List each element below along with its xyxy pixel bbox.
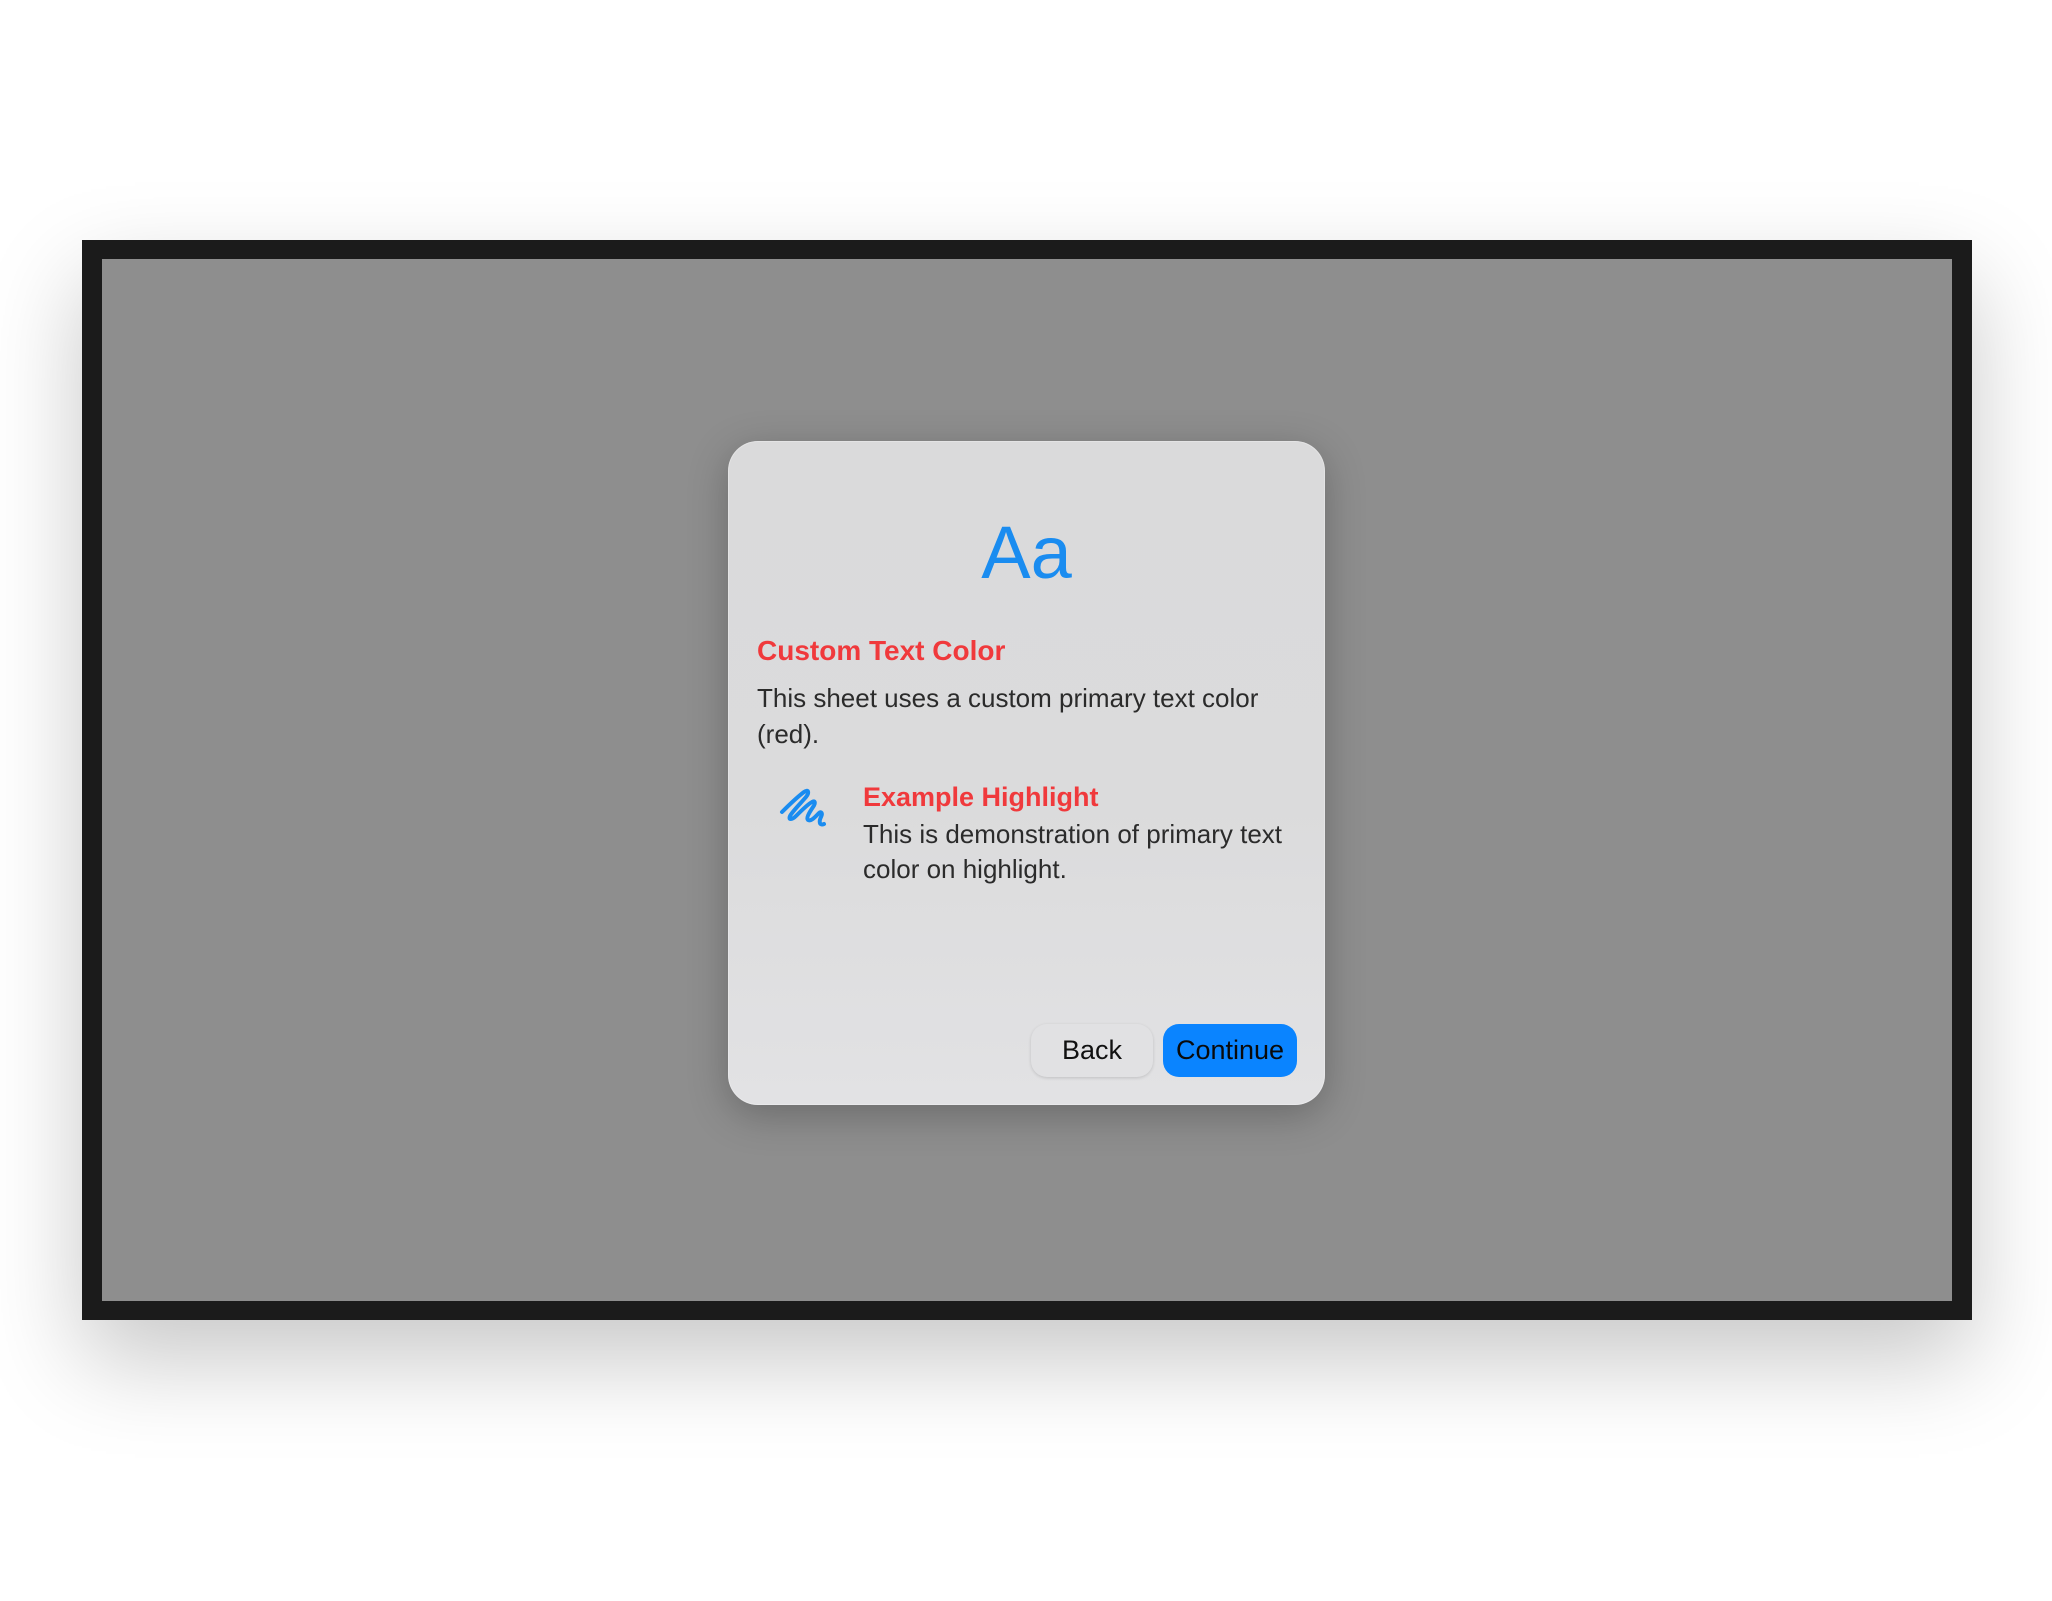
feature-description: This is demonstration of primary text co… <box>863 819 1283 884</box>
stage: Aa Custom Text Color This sheet uses a c… <box>0 0 2052 1601</box>
feature-title: Example Highlight <box>863 782 1099 812</box>
tv-screen: Aa Custom Text Color This sheet uses a c… <box>102 259 1952 1301</box>
continue-button[interactable]: Continue <box>1163 1024 1297 1077</box>
text-format-icon: Aa <box>981 511 1072 594</box>
sheet-description: This sheet uses a custom primary text co… <box>757 683 1259 749</box>
sheet-title: Custom Text Color <box>757 635 1006 666</box>
back-button[interactable]: Back <box>1031 1024 1153 1077</box>
custom-text-color-sheet: Aa Custom Text Color This sheet uses a c… <box>728 441 1325 1105</box>
scribble-icon <box>780 788 826 827</box>
